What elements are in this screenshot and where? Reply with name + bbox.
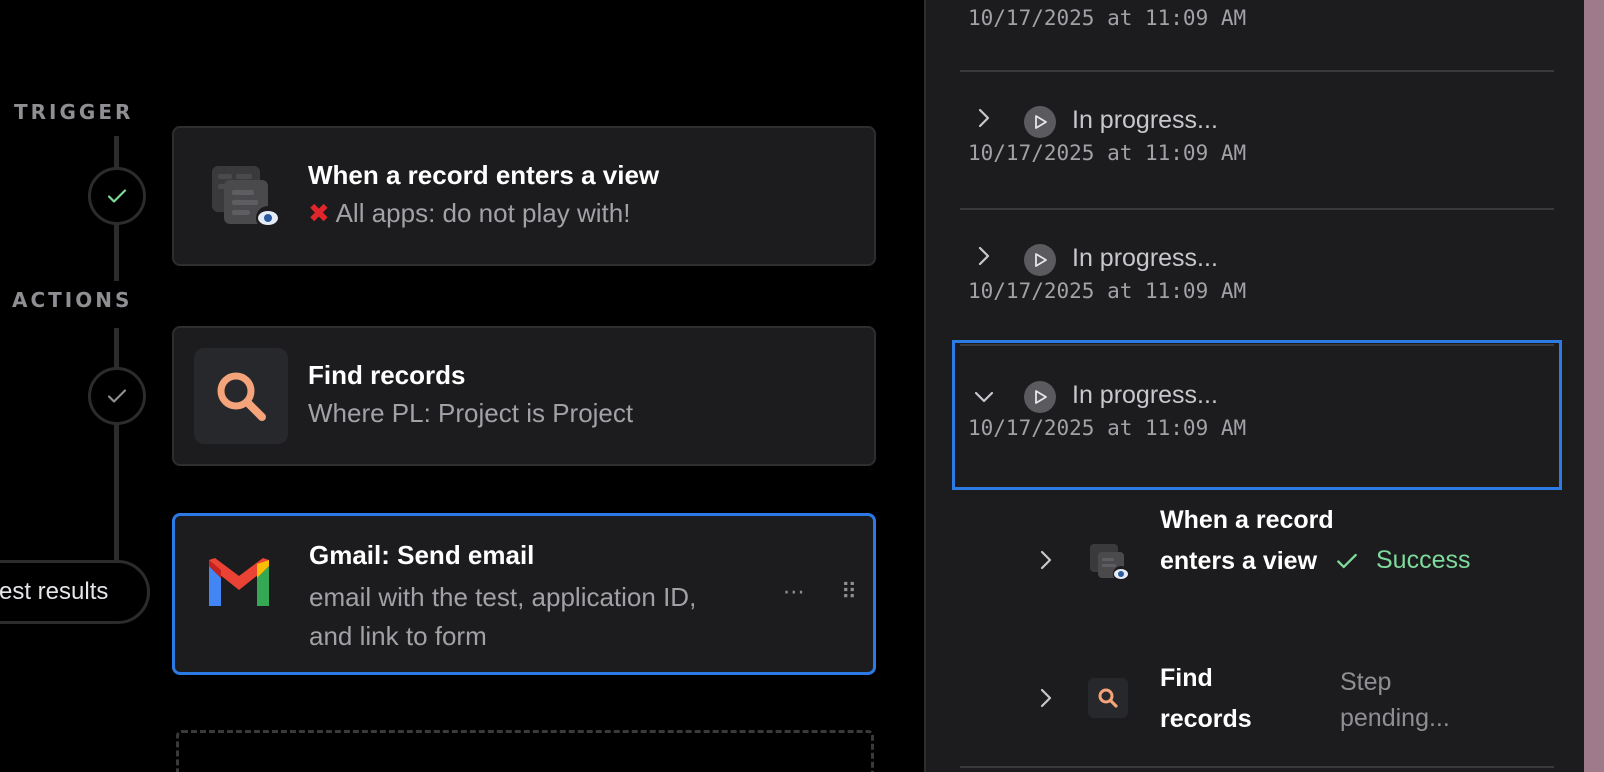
step-name: Find records [1160,664,1252,733]
card-title: Find records [308,360,466,390]
chevron-right-icon[interactable] [976,106,992,136]
step-name: When a record enters a view [1160,506,1334,575]
chevron-right-icon[interactable] [1038,548,1054,578]
card-subtitle-text: All apps: do not play with! [335,198,631,228]
window-edge [1584,0,1604,772]
chevron-right-icon[interactable] [976,244,992,274]
run-date: 10/17/2025 at 11:09 AM [968,141,1247,165]
play-icon [1024,106,1056,138]
step-status: Step pending... [1340,668,1450,732]
run-status: In progress... [1072,381,1218,409]
check-icon [1337,553,1357,568]
connector-line [114,328,119,568]
trigger-check-circle [88,167,146,225]
card-actions: ⋯ ⠿ [783,580,857,605]
chevron-down-icon[interactable] [972,386,996,411]
action-check-circle [88,367,146,425]
run-date: 10/17/2025 at 11:09 AM [968,416,1247,440]
trigger-section-label: TRIGGER [14,100,134,124]
red-x-icon: ✖ [308,199,330,229]
run-status: In progress... [1072,106,1218,134]
run-date: 10/17/2025 at 11:09 AM [968,6,1247,30]
run-divider [960,70,1554,72]
step-status: Success [1337,546,1471,575]
check-icon [107,189,127,203]
actions-section-label: ACTIONS [12,288,133,312]
selected-run-highlight[interactable] [952,340,1562,490]
play-icon [1024,244,1056,276]
card-title: When a record enters a view [308,160,660,190]
add-step-placeholder[interactable] [176,730,874,772]
trigger-card[interactable]: When a record enters a view ✖ All apps: … [172,126,876,266]
check-icon [107,389,127,403]
play-icon [1024,381,1056,413]
run-divider [960,766,1554,768]
run-status: In progress... [1072,244,1218,272]
search-icon [1088,678,1128,718]
gmail-send-email-card[interactable]: Gmail: Send email email with the test, a… [172,513,876,675]
record-view-icon [1086,540,1130,588]
gmail-icon [205,556,273,614]
find-records-card[interactable]: Find records Where PL: Project is Projec… [172,326,876,466]
ellipsis-icon[interactable]: ⋯ [783,580,805,605]
drag-handle-icon[interactable]: ⠿ [841,580,857,605]
card-subtitle: email with the test, application ID, and… [309,582,697,651]
search-icon [194,348,288,444]
automation-editor: TRIGGER ACTIONS est results When a recor… [0,0,1604,772]
automation-canvas: TRIGGER ACTIONS est results When a recor… [0,0,924,772]
record-view-icon [204,156,282,238]
run-date: 10/17/2025 at 11:09 AM [968,279,1247,303]
run-divider [960,208,1554,210]
chevron-right-icon[interactable] [1038,686,1054,716]
step-status-text: Success [1376,546,1471,574]
card-subtitle: ✖ All apps: do not play with! [308,194,630,234]
card-subtitle: Where PL: Project is Project [308,398,634,428]
run-history-panel: 10/17/2025 at 11:09 AM In progress... 10… [924,0,1584,772]
test-results-button[interactable]: est results [0,560,150,624]
card-title: Gmail: Send email [309,540,535,570]
